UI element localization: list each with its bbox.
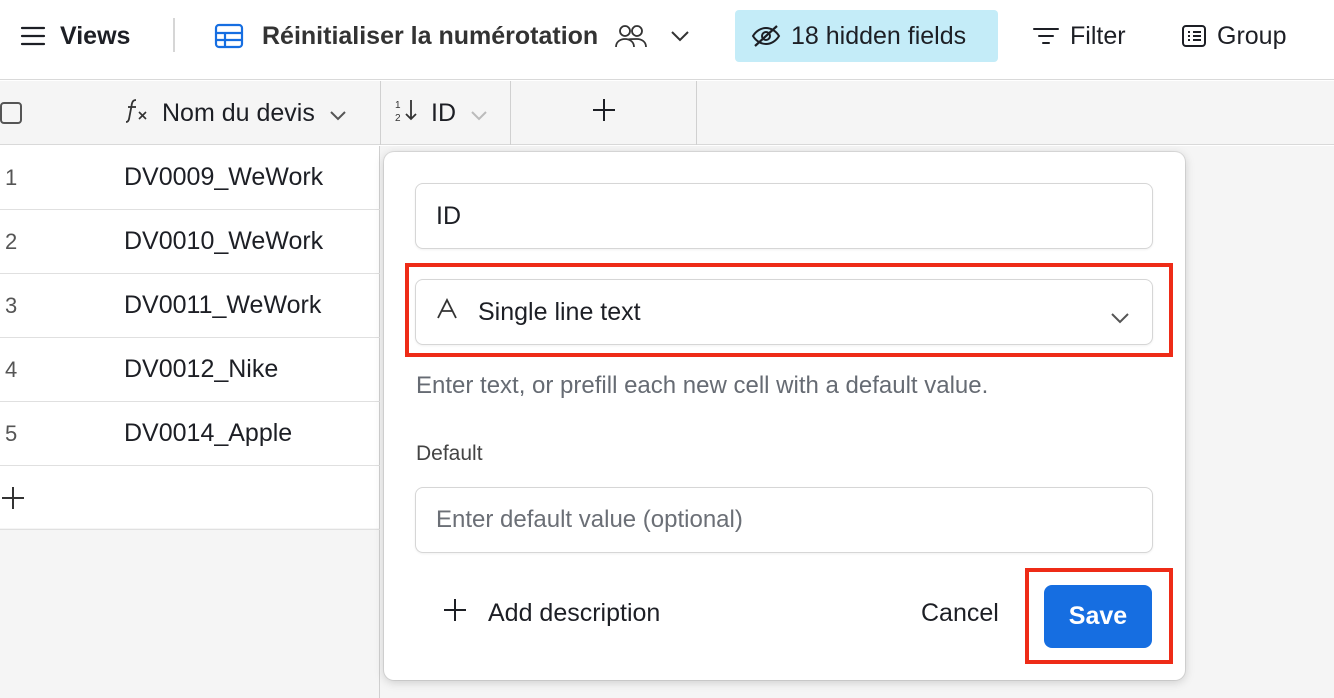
group-icon — [1181, 24, 1207, 48]
view-name: Réinitialiser la numérotation — [262, 21, 599, 50]
add-field-button[interactable] — [512, 81, 697, 145]
select-all-checkbox[interactable] — [0, 102, 22, 124]
field-type-description: Enter text, or prefill each new cell wit… — [416, 372, 989, 399]
views-label: Views — [60, 21, 131, 50]
views-button[interactable]: Views — [20, 10, 130, 62]
grid-empty-area-left — [0, 528, 380, 698]
row-number: 5 — [5, 420, 18, 446]
default-value-input[interactable]: Enter default value (optional) — [415, 487, 1153, 553]
table-rows: 1 DV0009_WeWork 2 DV0010_WeWork 3 DV0011… — [0, 146, 380, 530]
column-label: Nom du devis — [162, 98, 315, 127]
default-label: Default — [416, 442, 483, 465]
cancel-button[interactable]: Cancel — [921, 599, 999, 628]
row-number: 1 — [5, 164, 18, 190]
eye-slash-icon — [751, 24, 781, 48]
grid-view-icon — [214, 23, 244, 49]
cell-nom-du-devis[interactable]: DV0012_Nike — [124, 355, 278, 384]
column-header-id[interactable]: 12 ID — [380, 81, 511, 145]
row-number: 4 — [5, 356, 18, 382]
group-label: Group — [1217, 21, 1287, 50]
highlight-box — [1025, 568, 1173, 664]
toolbar: Views Réinitialiser la numérotation 18 h… — [0, 0, 1334, 80]
formula-icon — [124, 97, 150, 130]
grid-header: Nom du devis 12 ID — [0, 81, 1334, 145]
collaborative-view-icon — [614, 23, 648, 49]
field-editor-popover: ID Single line text Enter text, or prefi… — [384, 152, 1185, 680]
table-row[interactable]: 3 DV0011_WeWork — [0, 274, 380, 338]
chevron-down-icon — [670, 30, 690, 42]
column-label: ID — [431, 98, 456, 127]
row-number: 3 — [5, 292, 18, 318]
filter-label: Filter — [1070, 21, 1126, 50]
svg-text:2: 2 — [395, 113, 401, 123]
column-header-nom-du-devis[interactable]: Nom du devis — [124, 81, 379, 145]
cell-nom-du-devis[interactable]: DV0009_WeWork — [124, 163, 323, 192]
add-description-button[interactable]: Add description — [442, 597, 660, 630]
cell-nom-du-devis[interactable]: DV0010_WeWork — [124, 227, 323, 256]
svg-text:1: 1 — [395, 100, 401, 111]
sort-icon: 12 — [395, 97, 419, 130]
highlight-box — [405, 263, 1173, 357]
table-row[interactable]: 5 DV0014_Apple — [0, 402, 380, 466]
menu-icon — [20, 26, 46, 46]
filter-icon — [1032, 26, 1060, 46]
chevron-down-icon — [470, 99, 488, 128]
table-row[interactable]: 2 DV0010_WeWork — [0, 210, 380, 274]
cell-nom-du-devis[interactable]: DV0011_WeWork — [124, 291, 321, 320]
cell-nom-du-devis[interactable]: DV0014_Apple — [124, 419, 292, 448]
plus-icon — [442, 597, 468, 630]
hidden-fields-button[interactable]: 18 hidden fields — [735, 10, 998, 62]
table-row[interactable]: 4 DV0012_Nike — [0, 338, 380, 402]
group-button[interactable]: Group — [1181, 10, 1286, 62]
add-record-row[interactable] — [0, 466, 380, 530]
plus-icon — [1, 486, 25, 517]
filter-button[interactable]: Filter — [1032, 10, 1126, 62]
hidden-fields-label: 18 hidden fields — [791, 21, 967, 50]
view-switcher[interactable]: Réinitialiser la numérotation — [214, 10, 690, 62]
plus-icon — [591, 97, 617, 130]
row-number: 2 — [5, 228, 18, 254]
field-name-input[interactable]: ID — [415, 183, 1153, 249]
add-description-label: Add description — [488, 599, 661, 627]
toolbar-divider — [173, 18, 175, 52]
chevron-down-icon — [329, 99, 347, 128]
select-all-cell — [0, 81, 110, 145]
table-row[interactable]: 1 DV0009_WeWork — [0, 146, 380, 210]
